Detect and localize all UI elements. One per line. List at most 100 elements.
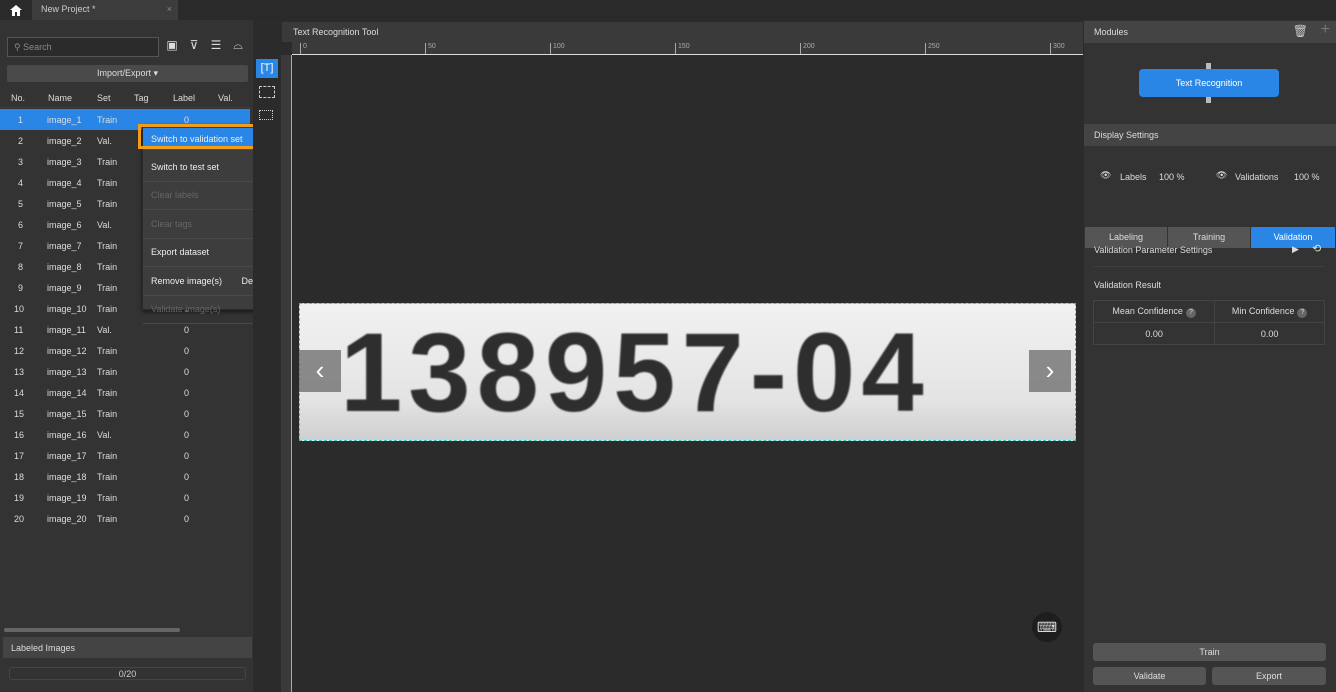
col-no[interactable]: No. (11, 93, 25, 103)
table-row[interactable]: 18 image_18 Train 0 (0, 466, 250, 487)
menu-item[interactable]: Export dataset (143, 239, 263, 267)
cell-name: image_9 (47, 283, 82, 293)
ruler-label: 150 (675, 43, 690, 54)
cell-no: 14 (14, 388, 25, 398)
col-val[interactable]: Val. (218, 93, 233, 103)
home-icon (9, 4, 22, 16)
filter-icon[interactable]: ⊽ (186, 38, 202, 54)
table-row[interactable]: 14 image_14 Train 0 (0, 382, 250, 403)
cell-set: Val. (97, 325, 112, 335)
cell-name: image_4 (47, 178, 82, 188)
trash-icon[interactable]: 🗑 (1293, 24, 1308, 38)
menu-item[interactable]: Remove image(s) Del (143, 268, 263, 296)
prev-image-button[interactable]: ‹ (299, 350, 341, 392)
expand-icon[interactable]: ▶ (1292, 244, 1299, 255)
export-button[interactable]: Export (1212, 667, 1326, 685)
cell-set: Train (97, 367, 118, 377)
cell-name: image_2 (47, 136, 82, 146)
col-label[interactable]: Label (173, 93, 195, 103)
list-icon[interactable]: ☰ (208, 38, 224, 54)
image-text: 138957-04 (340, 310, 930, 435)
cell-label: 0 (184, 430, 190, 440)
table-row[interactable]: 16 image_16 Val. 0 (0, 424, 250, 445)
horizontal-ruler: 0 50 100 150 200 250 300 (292, 42, 1083, 55)
select-rect-icon[interactable] (259, 86, 275, 98)
next-image-button[interactable]: › (1029, 350, 1071, 392)
right-panel: Modules 🗑 + Display Settings 👁 Labels 10… (1084, 20, 1336, 692)
table-row[interactable]: 19 image_19 Train 0 (0, 487, 250, 508)
tab-new-project[interactable]: New Project * × (32, 0, 178, 20)
menu-item-label: Export dataset (151, 247, 210, 257)
add-image-icon[interactable]: ▣ (164, 38, 180, 54)
validate-button[interactable]: Validate (1093, 667, 1206, 685)
ruler-label: 0 (300, 43, 307, 54)
cell-no: 4 (18, 178, 24, 188)
highlight-box (138, 124, 268, 149)
cell-set: Train (97, 157, 118, 167)
mean-confidence-value: 0.00 (1092, 322, 1216, 345)
close-tab-icon[interactable]: × (167, 4, 172, 14)
col-tag[interactable]: Tag (134, 93, 149, 103)
display-settings-header: Display Settings (1084, 124, 1336, 146)
horizontal-scrollbar[interactable] (4, 628, 180, 632)
cell-name: image_5 (47, 199, 82, 209)
col-set[interactable]: Set (97, 93, 111, 103)
cell-set: Train (97, 115, 118, 125)
ruler-label: 200 (800, 43, 815, 54)
add-icon[interactable]: + (1321, 21, 1330, 39)
cell-no: 7 (18, 241, 24, 251)
mean-confidence-header: Mean Confidence? (1092, 300, 1216, 323)
cell-no: 6 (18, 220, 24, 230)
text-image: 138957-04 (299, 303, 1076, 441)
cell-set: Val. (97, 136, 112, 146)
cell-name: image_6 (47, 220, 82, 230)
table-row[interactable]: 15 image_15 Train 0 (0, 403, 250, 424)
labels-opacity[interactable]: 100 % (1159, 172, 1185, 182)
table-row[interactable]: 17 image_17 Train 0 (0, 445, 250, 466)
ruler-label: 250 (925, 43, 940, 54)
param-settings-label: Validation Parameter Settings (1094, 245, 1213, 255)
cell-name: image_1 (47, 115, 82, 125)
cell-name: image_11 (47, 325, 86, 335)
labeled-progress-bar: 0/20 (9, 667, 246, 680)
cell-set: Train (97, 409, 118, 419)
validation-result-title: Validation Result (1094, 280, 1161, 290)
cell-name: image_12 (47, 346, 87, 356)
help-icon[interactable]: ? (1297, 307, 1308, 318)
cell-set: Train (97, 388, 118, 398)
menu-item[interactable]: Switch to test set (143, 154, 263, 182)
cell-set: Train (97, 472, 118, 482)
vertical-ruler (281, 55, 292, 692)
table-row[interactable]: 20 image_20 Train 0 (0, 508, 250, 529)
col-name[interactable]: Name (48, 93, 72, 103)
ruler-label: 50 (425, 43, 436, 54)
reset-history-icon[interactable]: ⟲ (1312, 242, 1321, 255)
module-text-recognition[interactable]: Text Recognition (1139, 69, 1279, 97)
table-row[interactable]: 12 image_12 Train 0 (0, 340, 250, 361)
cell-no: 20 (14, 514, 25, 524)
import-export-button[interactable]: Import/Export ▾ (7, 65, 248, 82)
cell-label: 0 (184, 493, 190, 503)
keyboard-shortcuts-icon[interactable]: ⌨ (1032, 612, 1062, 642)
table-row[interactable]: 13 image_13 Train 0 (0, 361, 250, 382)
help-icon[interactable]: ? (1185, 307, 1196, 318)
cell-no: 13 (14, 367, 25, 377)
home-button[interactable] (0, 0, 31, 20)
cell-name: image_10 (47, 304, 87, 314)
cell-no: 3 (18, 157, 24, 167)
train-button[interactable]: Train (1093, 643, 1326, 661)
validations-opacity[interactable]: 100 % (1294, 172, 1320, 182)
eye-icon[interactable]: 👁 (1216, 170, 1227, 181)
camera-icon[interactable]: ⌓ (230, 38, 246, 54)
text-tool-icon[interactable]: [T] (256, 59, 278, 78)
rect-tool-icon[interactable] (259, 110, 273, 120)
search-input[interactable]: ⚲ Search (7, 37, 159, 57)
cell-set: Val. (97, 430, 112, 440)
cell-name: image_18 (47, 472, 87, 482)
cell-set: Train (97, 199, 118, 209)
cell-label: 0 (184, 388, 190, 398)
eye-icon[interactable]: 👁 (1100, 170, 1111, 181)
cell-set: Train (97, 304, 118, 314)
labels-label: Labels (1120, 172, 1147, 182)
cell-set: Train (97, 346, 118, 356)
